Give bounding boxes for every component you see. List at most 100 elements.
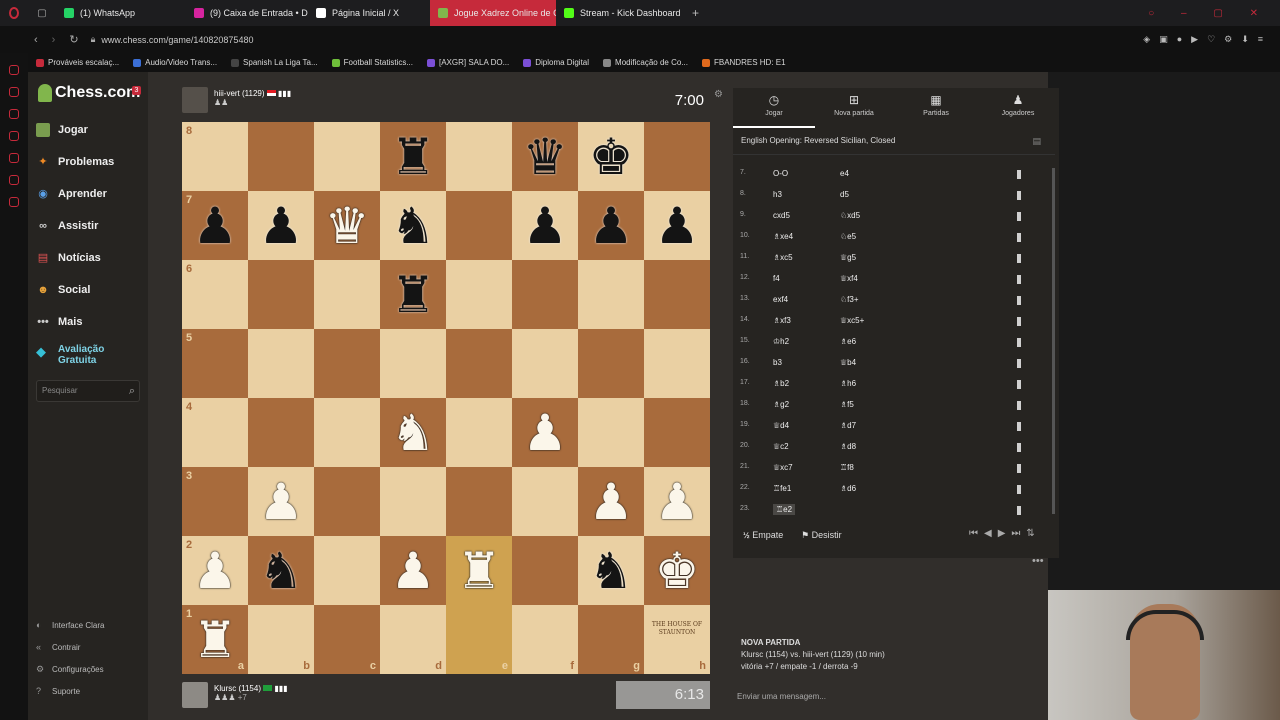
black-move[interactable]: ♗e6 — [840, 337, 856, 346]
square-f5[interactable] — [512, 329, 578, 398]
chat-input[interactable]: Enviar uma mensagem... — [737, 692, 826, 701]
square-b1[interactable]: b — [248, 605, 314, 674]
more-options-icon[interactable]: ••• — [1032, 555, 1044, 567]
square-a6[interactable]: 6 — [182, 260, 248, 329]
black-move[interactable]: ♘e5 — [840, 232, 856, 241]
square-a1[interactable]: ♜ 1 a — [182, 605, 248, 674]
white-pawn-icon[interactable]: ♟ — [391, 546, 436, 596]
move-navigation[interactable]: ⏮◀▶⏭⇅ — [969, 528, 1041, 539]
square-c2[interactable] — [314, 536, 380, 605]
white-move[interactable]: ♗b2 — [773, 379, 789, 388]
white-move[interactable]: f4 — [773, 274, 780, 283]
square-g1[interactable]: g — [578, 605, 644, 674]
square-a8[interactable]: 8 — [182, 122, 248, 191]
square-a7[interactable]: ♟ 7 — [182, 191, 248, 260]
tab-players[interactable]: ♟ Jogadores — [977, 88, 1059, 128]
notification-badge[interactable]: 3 — [132, 86, 141, 95]
square-d7[interactable]: ♞ — [380, 191, 446, 260]
black-move[interactable]: ♗h6 — [840, 379, 856, 388]
bookmark-6[interactable]: Diploma Digital — [523, 58, 589, 67]
square-d2[interactable]: ♟ — [380, 536, 446, 605]
square-e3[interactable] — [446, 467, 512, 536]
square-h2[interactable]: ♚ — [644, 536, 710, 605]
square-d6[interactable]: ♜ — [380, 260, 446, 329]
opening-name[interactable]: English Opening: Reversed Sicilian, Clos… — [741, 136, 895, 145]
white-pawn-icon[interactable]: ♟ — [655, 477, 700, 527]
black-move[interactable]: ♕b4 — [840, 358, 856, 367]
square-a3[interactable]: 3 — [182, 467, 248, 536]
opera-logo-icon[interactable] — [0, 0, 28, 26]
board-settings-icon[interactable]: ⚙ — [714, 89, 723, 100]
bookmark-5[interactable]: [AXGR] SALA DO... — [426, 58, 509, 67]
nav-learn[interactable]: ◉ Aprender — [36, 184, 107, 204]
square-f8[interactable]: ♛ — [512, 122, 578, 191]
black-move[interactable]: ♗d6 — [840, 484, 856, 493]
white-pawn-icon[interactable]: ♟ — [193, 546, 238, 596]
bookmark-7[interactable]: Modificação de Co... — [603, 58, 688, 67]
square-a2[interactable]: ♟ 2 — [182, 536, 248, 605]
black-move[interactable]: ♘f3+ — [840, 295, 859, 304]
chess-logo[interactable]: Chess.com — [38, 84, 140, 102]
white-move[interactable]: ♕c2 — [773, 442, 789, 451]
black-move[interactable]: ♕xc5+ — [840, 316, 864, 325]
square-f3[interactable] — [512, 467, 578, 536]
white-move[interactable]: ♗xc5 — [773, 253, 793, 262]
white-move[interactable]: ♗g2 — [773, 400, 789, 409]
square-c7[interactable]: ♛ — [314, 191, 380, 260]
footer-support[interactable]: ? Suporte — [36, 686, 80, 696]
white-move[interactable]: ♕d4 — [773, 421, 789, 430]
square-e4[interactable] — [446, 398, 512, 467]
tab-play[interactable]: ◷ Jogar — [733, 88, 815, 128]
nav-play[interactable]: Jogar — [36, 120, 88, 140]
white-move[interactable]: b3 — [773, 358, 782, 367]
square-d1[interactable]: d — [380, 605, 446, 674]
new-tab-icon[interactable]: + — [684, 6, 707, 20]
white-move[interactable]: exf4 — [773, 295, 788, 304]
black-move[interactable]: ♕g5 — [840, 253, 856, 262]
tab-games[interactable]: ▦ Partidas — [895, 88, 977, 128]
square-d8[interactable]: ♜ — [380, 122, 446, 191]
bookmark-2[interactable]: Audio/Video Trans... — [133, 58, 217, 67]
back-icon[interactable]: ‹ — [34, 34, 38, 46]
square-e6[interactable] — [446, 260, 512, 329]
square-b4[interactable] — [248, 398, 314, 467]
white-move[interactable]: h3 — [773, 190, 782, 199]
white-rook-icon[interactable]: ♜ — [457, 546, 502, 596]
black-rook-icon[interactable]: ♜ — [391, 132, 436, 182]
square-h6[interactable] — [644, 260, 710, 329]
rail-icon-7[interactable] — [9, 197, 19, 207]
white-move[interactable]: ♗xe4 — [773, 232, 793, 241]
extension-icons[interactable]: ◈▣●▶♡⚙⬇≡ — [1143, 34, 1280, 45]
white-pawn-icon[interactable]: ♟ — [259, 477, 304, 527]
move-list[interactable]: 7. O-O e4 8. h3 d5 9. cxd5 ♘xd5 10. ♗xe4 ♘e5 11. ♗xc5… — [733, 154, 1055, 520]
white-move[interactable]: ♖e2 — [773, 504, 796, 515]
square-h1[interactable]: h THE HOUSE OF STAUNTON — [644, 605, 710, 674]
search-icon[interactable]: ⌕ — [129, 384, 135, 398]
nav-free-trial[interactable]: ◆ Avaliação Gratuita — [36, 344, 104, 366]
book-icon[interactable]: ▤ — [1032, 136, 1041, 147]
footer-settings[interactable]: ⚙ Configurações — [36, 664, 104, 675]
black-move[interactable]: ♗f5 — [840, 400, 854, 409]
rail-icon-2[interactable] — [9, 87, 19, 97]
browser-tab-chess[interactable]: Jogue Xadrez Online de G — [430, 0, 556, 26]
square-b7[interactable]: ♟ — [248, 191, 314, 260]
square-c6[interactable] — [314, 260, 380, 329]
black-pawn-icon[interactable]: ♟ — [523, 201, 568, 251]
tab-menu-icon[interactable]: ▢ — [28, 8, 56, 19]
black-move[interactable]: d5 — [840, 190, 849, 199]
rail-icon-4[interactable] — [9, 131, 19, 141]
square-b6[interactable] — [248, 260, 314, 329]
top-player-name[interactable]: hiii-vert (1129) — [214, 89, 265, 98]
bookmark-8[interactable]: FBANDRES HD: E1 — [701, 58, 786, 67]
bookmark-3[interactable]: Spanish La Liga Ta... — [231, 58, 318, 67]
draw-button[interactable]: ½ Empate — [743, 530, 783, 540]
browser-tab-kick[interactable]: Stream - Kick Dashboard — [556, 0, 684, 26]
reload-icon[interactable]: ↻ — [69, 33, 78, 46]
nav-more[interactable]: ••• Mais — [36, 312, 82, 332]
square-e1[interactable]: e — [446, 605, 512, 674]
square-h3[interactable]: ♟ — [644, 467, 710, 536]
white-move[interactable]: ♕xc7 — [773, 463, 793, 472]
square-g5[interactable] — [578, 329, 644, 398]
window-controls[interactable]: ○ – ▢ ✕ — [1148, 8, 1280, 19]
url-field[interactable]: www.chess.com/game/140820875480 — [101, 35, 253, 45]
